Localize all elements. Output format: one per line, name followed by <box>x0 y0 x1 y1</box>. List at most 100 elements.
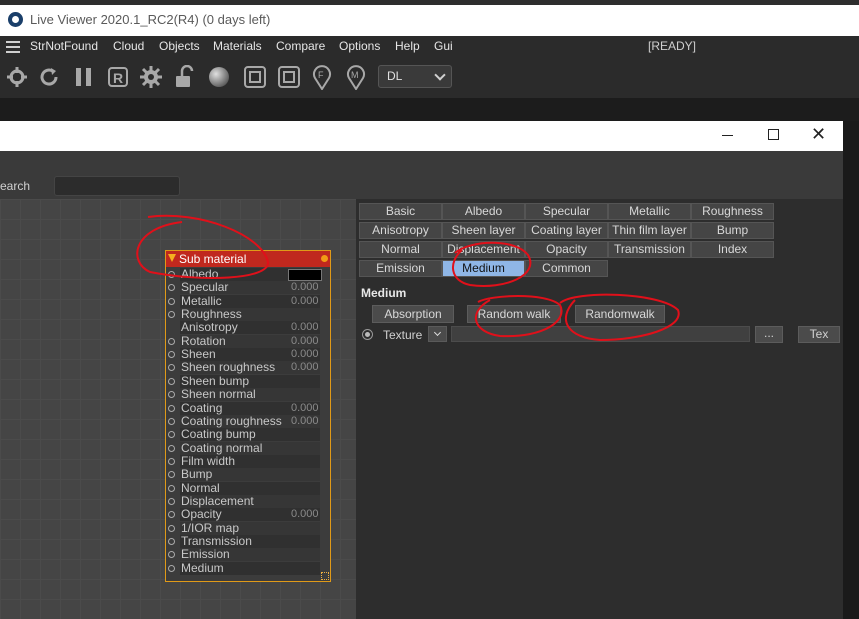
input-port-icon[interactable] <box>168 538 175 545</box>
port-label: Medium <box>181 560 224 575</box>
input-port-icon[interactable] <box>168 297 175 305</box>
tab-metallic[interactable]: Metallic <box>608 203 691 220</box>
minimize-button[interactable] <box>722 135 733 136</box>
menu-cloud[interactable]: Cloud <box>113 39 144 53</box>
menu-compare[interactable]: Compare <box>276 39 325 53</box>
toolbar: R F M DL <box>0 58 859 98</box>
port-value[interactable]: 0.000 <box>291 281 319 293</box>
input-port-icon[interactable] <box>168 337 175 345</box>
tab-roughness[interactable]: Roughness <box>691 203 774 220</box>
material-sphere-icon[interactable] <box>206 64 232 90</box>
material-pin-icon[interactable]: M <box>343 64 369 90</box>
input-port-icon[interactable] <box>168 364 175 372</box>
menu-objects[interactable]: Objects <box>159 39 200 53</box>
input-port-icon[interactable] <box>168 284 175 292</box>
input-port-icon[interactable] <box>168 391 175 399</box>
refresh-icon[interactable] <box>36 64 62 90</box>
sub-material-node[interactable]: Sub material Albedo Specular 0.000 Metallic… <box>165 250 331 582</box>
unlock-icon[interactable] <box>172 64 198 90</box>
hamburger-menu-icon[interactable] <box>6 41 20 53</box>
tab-specular[interactable]: Specular <box>525 203 608 220</box>
port-label: Roughness <box>181 307 242 322</box>
r-icon[interactable]: R <box>105 64 131 90</box>
render-mode-select[interactable]: DL <box>378 65 452 88</box>
port-value[interactable]: 0.000 <box>291 402 319 414</box>
port-value[interactable]: 0.000 <box>291 361 319 373</box>
tab-coating-layer[interactable]: Coating layer <box>525 222 608 239</box>
input-port-icon[interactable] <box>168 377 175 385</box>
input-port-icon[interactable] <box>168 564 175 572</box>
collapse-triangle-icon[interactable] <box>168 254 176 262</box>
node-header[interactable]: Sub material <box>166 251 330 267</box>
port-label: Sheen <box>181 347 216 362</box>
tab-basic[interactable]: Basic <box>359 203 442 220</box>
input-port-icon[interactable] <box>168 497 175 505</box>
input-port-icon[interactable] <box>168 551 175 559</box>
resize-handle-icon[interactable] <box>321 572 329 580</box>
menu-help[interactable]: Help <box>395 39 420 53</box>
randomwalk-button[interactable]: Randomwalk <box>575 305 665 323</box>
close-button[interactable]: ✕ <box>811 125 826 143</box>
browse-button[interactable]: ... <box>755 326 783 343</box>
input-port-icon[interactable] <box>168 444 175 452</box>
input-port-icon[interactable] <box>168 311 175 319</box>
input-port-icon[interactable] <box>168 524 175 532</box>
port-value[interactable]: 0.000 <box>291 335 319 347</box>
search-input[interactable] <box>54 176 180 196</box>
tab-anisotropy[interactable]: Anisotropy <box>359 222 442 239</box>
input-port-icon[interactable] <box>168 457 175 465</box>
random-walk-button[interactable]: Random walk <box>467 305 561 323</box>
port-value[interactable]: 0.000 <box>291 508 319 520</box>
tab-index[interactable]: Index <box>691 241 774 258</box>
port-label: Coating normal <box>181 440 263 455</box>
input-port-icon[interactable] <box>168 431 175 439</box>
port-label: Metallic <box>181 293 222 308</box>
port-label: 1/IOR map <box>181 520 240 535</box>
menu-options[interactable]: Options <box>339 39 380 53</box>
absorption-button[interactable]: Absorption <box>372 305 454 323</box>
region-alt-icon[interactable] <box>276 64 302 90</box>
maximize-button[interactable] <box>768 129 779 140</box>
port-value[interactable]: 0.000 <box>291 415 319 427</box>
tab-normal[interactable]: Normal <box>359 241 442 258</box>
tab-medium[interactable]: Medium <box>442 260 525 277</box>
tab-thin-film-layer[interactable]: Thin film layer <box>608 222 691 239</box>
output-port-icon[interactable] <box>321 255 328 262</box>
input-port-icon[interactable] <box>168 511 175 519</box>
input-port-icon[interactable] <box>168 484 175 492</box>
input-port-icon[interactable] <box>168 351 175 359</box>
tab-albedo[interactable]: Albedo <box>442 203 525 220</box>
tab-emission[interactable]: Emission <box>359 260 442 277</box>
menu-gui[interactable]: Gui <box>434 39 453 53</box>
medium-section-title: Medium <box>361 286 407 300</box>
input-port-icon[interactable] <box>168 471 175 479</box>
dialog-title-bar: ✕ <box>0 121 843 151</box>
tab-transmission[interactable]: Transmission <box>608 241 691 258</box>
gear-scissors-icon[interactable] <box>4 64 30 90</box>
input-port-icon[interactable] <box>168 417 175 425</box>
texture-label: Texture <box>383 328 423 342</box>
focus-pin-icon[interactable]: F <box>309 64 335 90</box>
pause-icon[interactable] <box>71 64 97 90</box>
texture-type-dropdown[interactable] <box>428 326 447 342</box>
tab-sheen-layer[interactable]: Sheen layer <box>442 222 525 239</box>
tab-bump[interactable]: Bump <box>691 222 774 239</box>
tex-button[interactable]: Tex <box>798 326 840 343</box>
input-port-icon[interactable] <box>168 404 175 412</box>
region-render-icon[interactable] <box>242 64 268 90</box>
texture-radio[interactable] <box>362 329 373 340</box>
input-port-icon[interactable] <box>168 271 175 278</box>
port-value[interactable]: 0.000 <box>291 295 319 307</box>
menu-strnotfound[interactable]: StrNotFound <box>30 39 98 53</box>
tab-opacity[interactable]: Opacity <box>525 241 608 258</box>
albedo-color-swatch[interactable] <box>288 269 322 281</box>
port-value[interactable]: 0.000 <box>291 321 319 333</box>
menu-materials[interactable]: Materials <box>213 39 262 53</box>
settings-gear-icon[interactable] <box>138 64 164 90</box>
port-label: Rotation <box>181 333 226 348</box>
tab-common[interactable]: Common <box>525 260 608 277</box>
port-value[interactable]: 0.000 <box>291 348 319 360</box>
node-port-row[interactable]: Medium <box>166 560 330 575</box>
texture-path-input[interactable] <box>451 326 750 342</box>
tab-displacement[interactable]: Displacement <box>442 241 525 258</box>
